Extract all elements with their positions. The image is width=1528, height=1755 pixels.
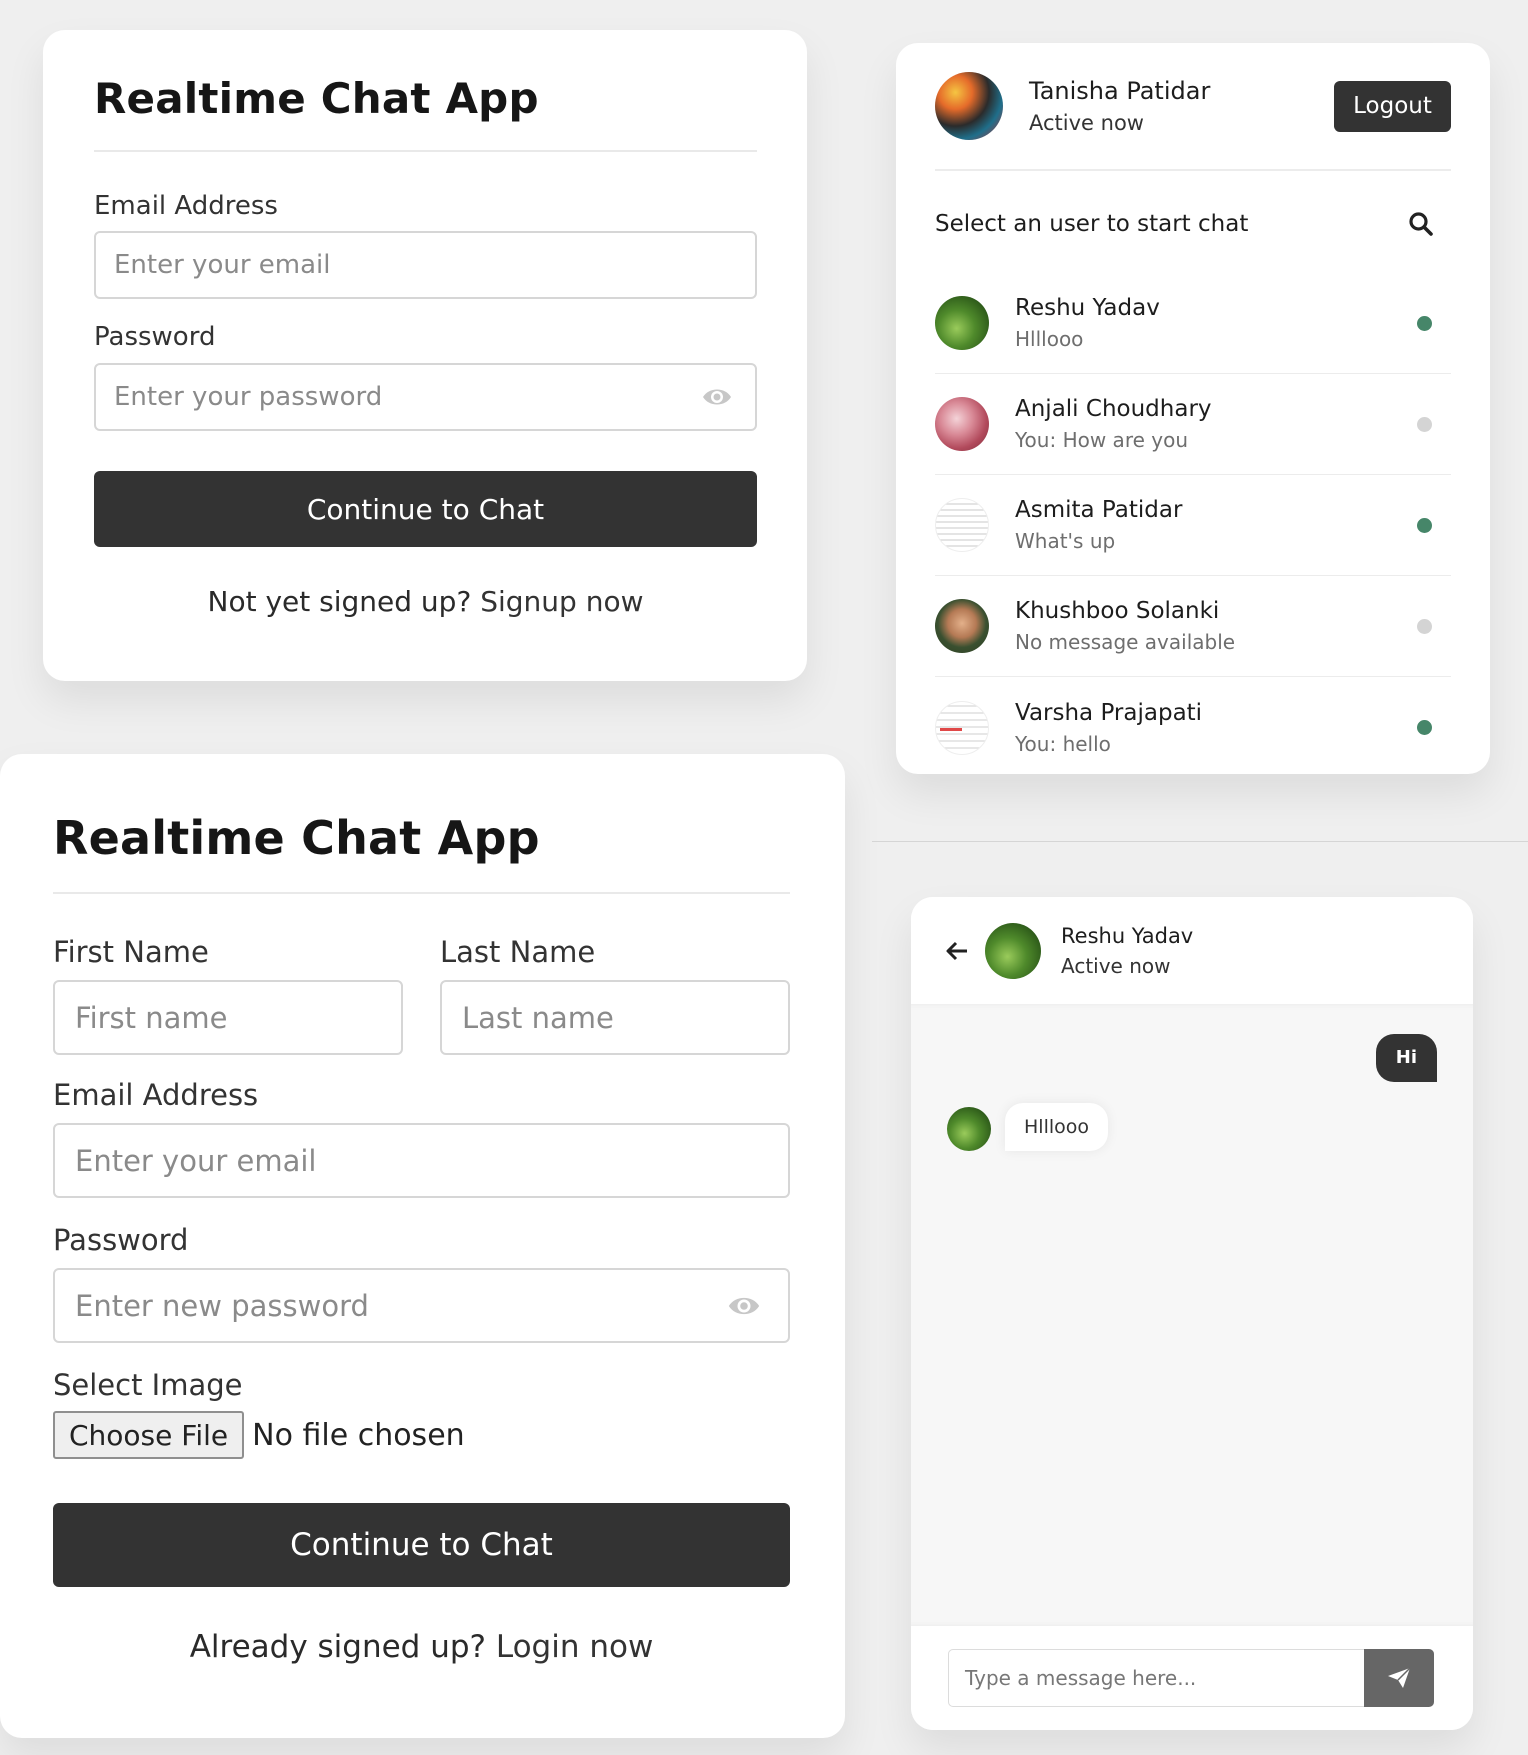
last-name-group: Last Name Last name: [440, 934, 790, 1055]
user-row-reshu[interactable]: Reshu Yadav Hlllooo: [935, 273, 1451, 374]
signup-password-placeholder: Enter new password: [75, 1288, 369, 1323]
avatar: [935, 296, 989, 350]
signup-password-input[interactable]: Enter new password: [53, 1268, 790, 1343]
user-list: Reshu Yadav Hlllooo Anjali Choudhary You…: [935, 273, 1451, 774]
first-name-placeholder: First name: [75, 1000, 228, 1035]
current-user-status: Active now: [1029, 111, 1144, 135]
chat-input-bar: Type a message here...: [911, 1626, 1473, 1730]
user-row-varsha[interactable]: Varsha Prajapati You: hello: [935, 677, 1451, 774]
signup-card: Realtime Chat App First Name First name …: [0, 754, 845, 1738]
user-name: Varsha Prajapati: [1015, 699, 1203, 726]
file-status-text: No file chosen: [252, 1417, 465, 1453]
incoming-message: Hlllooo: [1005, 1103, 1108, 1151]
login-email-label: Email Address: [94, 191, 278, 221]
user-row-anjali[interactable]: Anjali Choudhary You: How are you: [935, 374, 1451, 475]
choose-file-button[interactable]: Choose File: [53, 1411, 245, 1459]
eye-icon[interactable]: [726, 1293, 762, 1319]
search-bar: Select an user to start chat: [935, 171, 1451, 277]
user-last-message: What's up: [1015, 529, 1116, 553]
incoming-avatar: [947, 1107, 991, 1151]
signup-email-input[interactable]: Enter your email: [53, 1123, 790, 1198]
login-password-input[interactable]: Enter your password: [94, 363, 757, 431]
search-prompt: Select an user to start chat: [935, 211, 1249, 237]
login-password-label: Password: [94, 322, 216, 352]
chat-card: Reshu Yadav Active now Hi Hlllooo Type a…: [911, 897, 1473, 1730]
chat-messages: Hi Hlllooo: [911, 1004, 1473, 1626]
login-link[interactable]: Login now: [496, 1629, 653, 1665]
signup-email-label: Email Address: [53, 1078, 259, 1112]
send-button[interactable]: [1364, 1649, 1434, 1707]
login-email-input[interactable]: Enter your email: [94, 231, 757, 299]
chat-header: Reshu Yadav Active now: [911, 897, 1473, 1004]
login-title: Realtime Chat App: [94, 74, 539, 123]
last-name-input[interactable]: Last name: [440, 980, 790, 1055]
signup-footer: Already signed up? Login now: [53, 1627, 790, 1667]
search-icon[interactable]: [1408, 211, 1434, 237]
contact-avatar: [985, 922, 1041, 979]
user-last-message: You: hello: [1015, 731, 1111, 756]
contact-info: Reshu Yadav Active now: [1061, 921, 1193, 981]
user-name: Anjali Choudhary: [1015, 396, 1212, 422]
user-row-asmita[interactable]: Asmita Patidar What's up: [935, 475, 1451, 576]
user-info: Khushboo Solanki No message available: [1015, 595, 1417, 657]
logout-button[interactable]: Logout: [1334, 80, 1451, 132]
last-name-placeholder: Last name: [462, 1000, 614, 1035]
first-name-label: First Name: [53, 935, 209, 969]
first-name-group: First Name First name: [53, 934, 403, 1055]
status-dot: [1417, 517, 1432, 533]
arrow-left-icon[interactable]: [945, 940, 969, 962]
user-info: Varsha Prajapati You: hello: [1015, 697, 1417, 759]
login-password-placeholder: Enter your password: [114, 382, 383, 412]
avatar: [935, 599, 989, 653]
paper-plane-icon: [1387, 1667, 1411, 1689]
status-dot: [1417, 618, 1432, 634]
status-dot: [1417, 315, 1432, 331]
user-last-message: No message available: [1015, 630, 1236, 654]
avatar: [935, 700, 989, 755]
signup-link[interactable]: Signup now: [480, 585, 643, 618]
avatar: [935, 498, 989, 552]
current-user-header: Tanisha Patidar Active now Logout: [935, 43, 1451, 171]
user-name: Asmita Patidar: [1015, 497, 1183, 523]
contact-status: Active now: [1061, 953, 1171, 978]
signup-footer-text: Already signed up?: [189, 1629, 486, 1665]
user-last-message: You: How are you: [1015, 428, 1189, 452]
signup-divider: [53, 892, 790, 894]
select-image-label: Select Image: [53, 1368, 243, 1402]
user-info: Asmita Patidar What's up: [1015, 494, 1417, 556]
user-row-khushboo[interactable]: Khushboo Solanki No message available: [935, 576, 1451, 677]
message-placeholder: Type a message here...: [965, 1666, 1197, 1690]
avatar: [935, 397, 989, 451]
tree-avatar: [935, 72, 1003, 140]
panel-separator: [872, 841, 1528, 842]
eye-icon[interactable]: [701, 385, 733, 409]
user-last-message: Hlllooo: [1015, 327, 1084, 351]
signup-continue-button[interactable]: Continue to Chat: [53, 1503, 790, 1587]
outgoing-message: Hi: [1375, 1034, 1437, 1082]
users-card: Tanisha Patidar Active now Logout Select…: [896, 43, 1490, 774]
login-footer: Not yet signed up? Signup now: [94, 584, 757, 620]
status-dot: [1417, 720, 1432, 735]
contact-name: Reshu Yadav: [1061, 923, 1194, 948]
first-name-input[interactable]: First name: [53, 980, 403, 1055]
login-card: Realtime Chat App Email Address Enter yo…: [43, 30, 807, 681]
user-name: Reshu Yadav: [1015, 295, 1160, 321]
name-fields-row: First Name First name Last Name Last nam…: [53, 934, 790, 1055]
signup-email-placeholder: Enter your email: [75, 1143, 317, 1178]
status-dot: [1417, 416, 1432, 432]
signup-title: Realtime Chat App: [53, 811, 540, 865]
user-info: Anjali Choudhary You: How are you: [1015, 393, 1417, 455]
login-email-placeholder: Enter your email: [114, 250, 331, 280]
signup-password-label: Password: [53, 1223, 189, 1257]
last-name-label: Last Name: [440, 935, 596, 969]
message-input[interactable]: Type a message here...: [948, 1649, 1364, 1707]
login-footer-text: Not yet signed up?: [207, 585, 472, 618]
user-info: Reshu Yadav Hlllooo: [1015, 292, 1417, 354]
login-divider: [94, 150, 757, 152]
file-picker: Choose File No file chosen: [53, 1411, 790, 1459]
current-user-name: Tanisha Patidar: [1029, 77, 1211, 105]
user-name: Khushboo Solanki: [1015, 598, 1220, 624]
login-continue-button[interactable]: Continue to Chat: [94, 471, 757, 547]
current-user-info: Tanisha Patidar Active now: [1029, 74, 1334, 138]
